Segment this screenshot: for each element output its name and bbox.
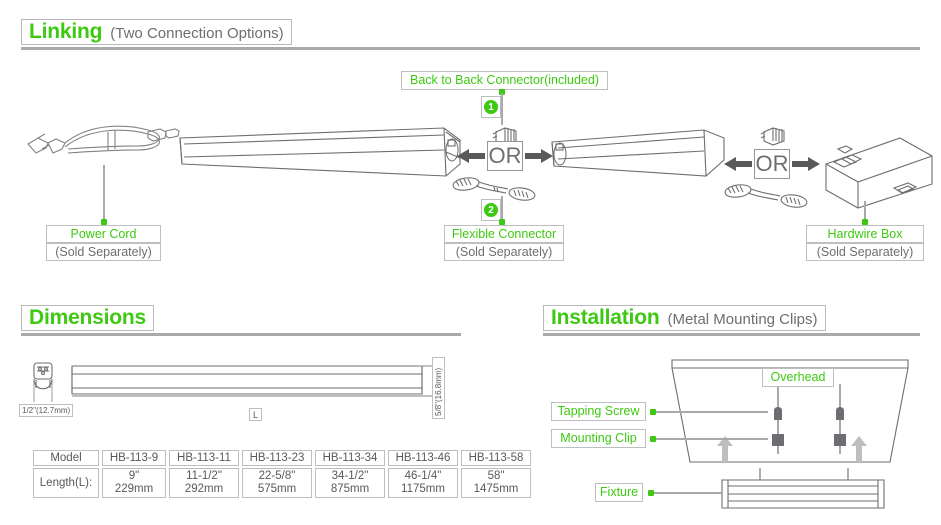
model-cell-4: HB-113-46 — [388, 450, 458, 466]
mounting-clip-leader — [656, 438, 768, 440]
model-cell-2: HB-113-23 — [242, 450, 312, 466]
fixture-height-dim-lines — [418, 365, 432, 397]
option-2-badge-box: 2 — [481, 199, 501, 221]
linking-subtitle: (Two Connection Options) — [110, 25, 284, 42]
model-cell-3: HB-113-34 — [315, 450, 385, 466]
back-to-back-connector-callout: Back to Back Connector(included) — [401, 71, 608, 90]
fixture-bottom-illustration — [721, 468, 885, 509]
mounting-clip-callout: Mounting Clip — [551, 429, 646, 448]
table-row-length: Length(L): 9" 229mm 11-1/2" 292mm 22-5/8… — [33, 468, 531, 498]
model-cell-1: HB-113-11 — [169, 450, 239, 466]
dimensions-section-header: Dimensions — [21, 305, 155, 331]
overhead-callout: Overhead — [762, 368, 834, 387]
row-header-model: Model — [33, 450, 99, 466]
installation-subtitle: (Metal Mounting Clips) — [667, 311, 818, 328]
power-cord-callout: Power Cord (Sold Separately) — [46, 225, 161, 261]
length-cell-3: 34-1/2" 875mm — [315, 468, 385, 498]
fixture-right-illustration — [551, 129, 725, 177]
back-to-back-connector-icon-right — [760, 127, 785, 146]
length-in-5: 58" — [487, 470, 505, 482]
fixture-label: Fixture — [599, 485, 639, 499]
fixture-left-illustration — [179, 127, 461, 177]
fixture-endcap-illustration — [33, 362, 53, 402]
length-mm-0: 229mm — [114, 483, 154, 495]
tapping-screw-label: Tapping Screw — [557, 404, 640, 418]
mounting-clip-label: Mounting Clip — [560, 431, 637, 445]
power-cord-leader — [103, 165, 105, 223]
hardwire-box-callout: Hardwire Box (Sold Separately) — [806, 225, 924, 261]
power-cord-illustration — [27, 125, 180, 154]
flexible-connector-callout: Flexible Connector (Sold Separately) — [444, 225, 564, 261]
installation-section-header: Installation (Metal Mounting Clips) — [543, 305, 826, 331]
flexible-connector-note: (Sold Separately) — [444, 243, 564, 261]
overhead-label: Overhead — [770, 370, 826, 384]
length-in-2: 22-5/8" — [258, 470, 296, 482]
option-1-number: 1 — [484, 100, 498, 114]
length-cell-5: 58" 1475mm — [461, 468, 531, 498]
fixture-leader — [654, 492, 722, 494]
linking-section-header: Linking (Two Connection Options) — [21, 19, 292, 45]
or-arrows-left — [457, 149, 553, 163]
option-2-number: 2 — [484, 203, 498, 217]
length-mm-1: 292mm — [184, 483, 224, 495]
table-row-model: Model HB-113-9 HB-113-11 HB-113-23 HB-11… — [33, 450, 531, 466]
fixture-profile-illustration — [71, 365, 423, 397]
length-in-4: 46-1/4" — [404, 470, 442, 482]
length-in-0: 9" — [128, 470, 140, 482]
tapping-screw-callout: Tapping Screw — [551, 402, 646, 421]
or-arrows-right — [724, 157, 820, 171]
installation-divider — [543, 333, 920, 336]
hardwire-box-label: Hardwire Box — [806, 225, 924, 243]
flexible-connector-label: Flexible Connector — [444, 225, 564, 243]
length-cell-2: 22-5/8" 575mm — [242, 468, 312, 498]
length-mm-3: 875mm — [330, 483, 370, 495]
tapping-screw-leader — [656, 411, 768, 413]
length-mm-2: 575mm — [257, 483, 297, 495]
flexible-connector-icon-right — [724, 184, 808, 208]
installation-title: Installation — [551, 306, 660, 329]
dimensions-table: Model HB-113-9 HB-113-11 HB-113-23 HB-11… — [30, 448, 534, 500]
power-cord-label: Power Cord — [46, 225, 161, 243]
model-cell-5: HB-113-58 — [461, 450, 531, 466]
back-to-back-connector-label: Back to Back Connector(included) — [410, 73, 599, 87]
fixture-width-label: 1/2"(12.7mm) — [19, 404, 74, 417]
back-to-back-leader — [501, 93, 503, 125]
dimensions-title: Dimensions — [29, 306, 147, 329]
length-cell-4: 46-1/4" 1175mm — [388, 468, 458, 498]
option-1-badge-box: 1 — [481, 96, 501, 118]
row-header-length: Length(L): — [33, 468, 99, 498]
fixture-length-marker: L — [249, 408, 263, 421]
power-cord-note: (Sold Separately) — [46, 243, 161, 261]
length-in-3: 34-1/2" — [331, 470, 369, 482]
length-in-1: 11-1/2" — [186, 470, 222, 482]
linking-title: Linking — [29, 20, 103, 43]
hardwire-box-illustration — [825, 137, 933, 209]
model-cell-0: HB-113-9 — [102, 450, 166, 466]
length-mm-4: 1175mm — [401, 483, 445, 495]
linking-divider — [21, 47, 920, 50]
length-cell-0: 9" 229mm — [102, 468, 166, 498]
hardwire-box-note: (Sold Separately) — [806, 243, 924, 261]
dimensions-divider — [21, 333, 461, 336]
fixture-callout: Fixture — [595, 483, 643, 502]
length-cell-1: 11-1/2" 292mm — [169, 468, 239, 498]
length-mm-5: 1475mm — [473, 483, 519, 495]
